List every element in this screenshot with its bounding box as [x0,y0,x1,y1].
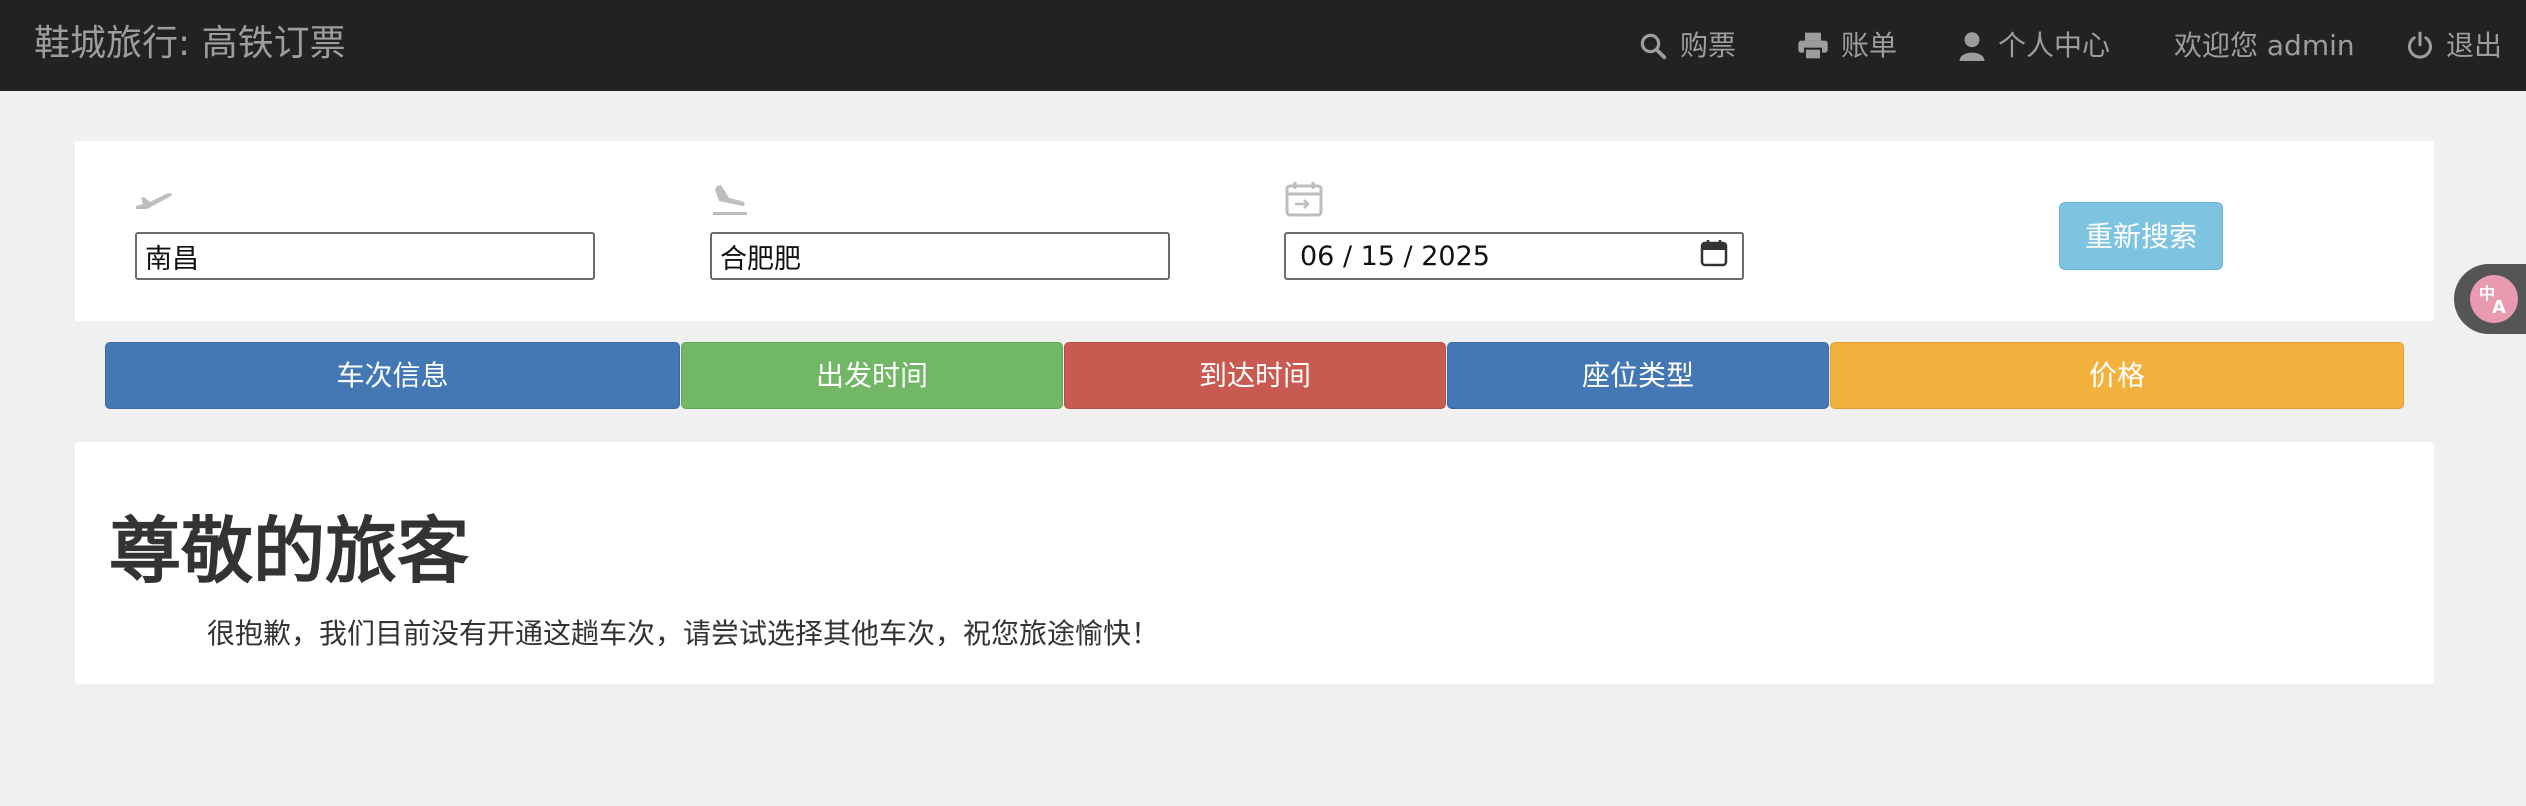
svg-text:A: A [2492,297,2506,318]
search-icon [1638,31,1668,61]
sort-departure-time-button[interactable]: 出发时间 [681,342,1063,409]
nav-welcome-label: 欢迎您 admin [2174,28,2355,62]
nav-bills[interactable]: 账单 [1797,0,1897,91]
nav-buy-tickets[interactable]: 购票 [1638,0,1736,91]
result-title: 尊敬的旅客 [109,509,470,593]
to-station-input[interactable]: 合肥肥 [710,232,1170,280]
top-navbar: 鞋城旅行: 高铁订票 购票 账单 个人中心 欢迎您 admin 退出 [0,0,2526,91]
research-button[interactable]: 重新搜索 [2059,202,2223,270]
printer-icon [1797,31,1829,61]
power-icon [2406,31,2434,61]
sort-train-info-button[interactable]: 车次信息 [105,342,680,409]
nav-user-center[interactable]: 个人中心 [1958,0,2110,91]
from-station-value: 南昌 [145,243,199,275]
nav-user-center-label: 个人中心 [1998,28,2111,62]
translate-button[interactable]: 中A [2454,264,2526,334]
nav-buy-tickets-label: 购票 [1680,28,1737,62]
sort-price-button[interactable]: 价格 [1830,342,2404,409]
nav-logout[interactable]: 退出 [2406,0,2502,91]
user-icon [1958,31,1986,61]
sort-arrival-time-button[interactable]: 到达时间 [1064,342,1446,409]
sort-seat-type-button[interactable]: 座位类型 [1447,342,1829,409]
to-station-value: 合肥肥 [720,243,801,275]
nav-logout-label: 退出 [2446,28,2503,62]
calendar-icon [1284,180,1324,222]
result-message: 很抱歉，我们目前没有开通这趟车次，请尝试选择其他车次，祝您旅途愉快！ [207,617,1160,650]
plane-departure-icon [133,182,175,216]
plane-arrival-icon [709,182,751,222]
nav-bills-label: 账单 [1841,28,1898,62]
nav-welcome[interactable]: 欢迎您 admin [2174,0,2355,91]
translate-icon: 中A [2470,275,2518,323]
date-input[interactable]: 06 / 15 / 2025 [1284,232,1744,280]
from-station-input[interactable]: 南昌 [135,232,595,280]
calendar-picker-icon[interactable] [1700,239,1728,274]
brand-title[interactable]: 鞋城旅行: 高铁订票 [34,0,346,91]
date-value: 06 / 15 / 2025 [1300,240,1490,272]
